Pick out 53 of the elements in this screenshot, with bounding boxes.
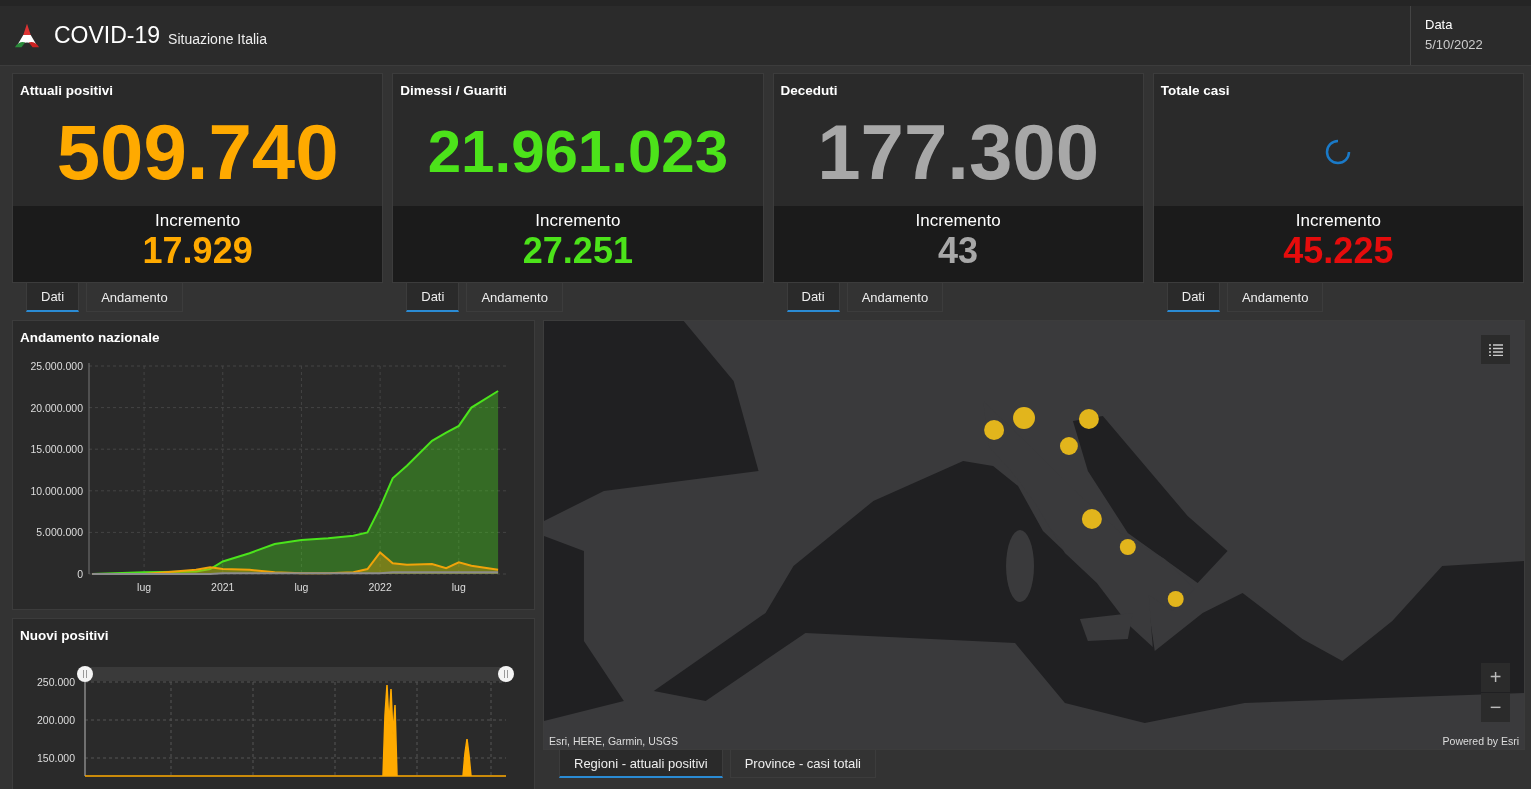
- tab[interactable]: Dati: [1166, 283, 1220, 312]
- card-title: Deceduti: [780, 83, 839, 98]
- slider-handle[interactable]: [498, 666, 514, 682]
- axis-label: lug: [451, 581, 466, 593]
- axis-label: 25.000.000: [30, 360, 83, 372]
- increment-label: Incremento: [1295, 211, 1381, 231]
- axis-label: 2022: [368, 581, 392, 593]
- tab[interactable]: Dati: [26, 283, 80, 312]
- tab[interactable]: Andamento: [1226, 283, 1324, 312]
- card-title: Dimessi / Guariti: [400, 83, 508, 98]
- card-title: Attuali positivi: [20, 83, 114, 98]
- axis-label: 20.000.000: [30, 401, 83, 414]
- tab[interactable]: Andamento: [846, 283, 944, 312]
- panel-title: Nuovi positivi: [19, 627, 110, 643]
- tab[interactable]: Andamento: [86, 283, 183, 312]
- axis-label: lug: [137, 581, 152, 593]
- app-subtitle: Situazione Italia: [168, 30, 267, 47]
- axis-label: 10.000.000: [30, 484, 83, 497]
- tab[interactable]: Andamento: [466, 283, 563, 312]
- axis-label: 200.000: [37, 714, 75, 726]
- increment-value: 43: [938, 231, 979, 271]
- app-title: COVID-19: [54, 22, 161, 49]
- increment-value: 17.929: [142, 231, 253, 271]
- axis-label: 5.000.000: [36, 526, 83, 539]
- increment-value: 27.251: [522, 231, 633, 271]
- axis-label: lug: [294, 581, 309, 593]
- zoom-out-button[interactable]: −: [1481, 693, 1510, 722]
- tab[interactable]: Province - casi totali: [729, 750, 876, 778]
- tab[interactable]: Dati: [406, 283, 460, 312]
- list-icon: [1488, 343, 1503, 356]
- increment-label: Incremento: [535, 211, 621, 231]
- stat-value: 509.740: [56, 113, 339, 191]
- map-attribution: Esri, HERE, Garmin, USGS: [549, 735, 678, 747]
- panel-title: Andamento nazionale: [19, 329, 161, 345]
- stat-value: 177.300: [817, 113, 1100, 191]
- date-value: 5/10/2022: [1425, 37, 1484, 52]
- stat-value: 21.961.023: [427, 122, 728, 182]
- tab[interactable]: Dati: [786, 283, 840, 312]
- zoom-in-button[interactable]: +: [1481, 663, 1510, 692]
- increment-value: 45.225: [1283, 231, 1394, 271]
- powered-by-text: Powered by Esri: [1442, 735, 1519, 747]
- axis-label: 15.000.000: [30, 443, 83, 456]
- tab[interactable]: Regioni - attuali positivi: [559, 750, 723, 778]
- axis-label: 0: [77, 568, 83, 580]
- date-label: Data: [1425, 17, 1454, 32]
- slider-handle[interactable]: [77, 666, 93, 682]
- legend-button[interactable]: [1481, 335, 1510, 364]
- axis-label: 250.000: [37, 676, 75, 688]
- card-title: Totale casi: [1160, 83, 1231, 98]
- increment-label: Incremento: [155, 211, 241, 231]
- axis-label: 2021: [211, 581, 235, 593]
- axis-label: 150.000: [37, 752, 75, 764]
- increment-label: Incremento: [915, 211, 1001, 231]
